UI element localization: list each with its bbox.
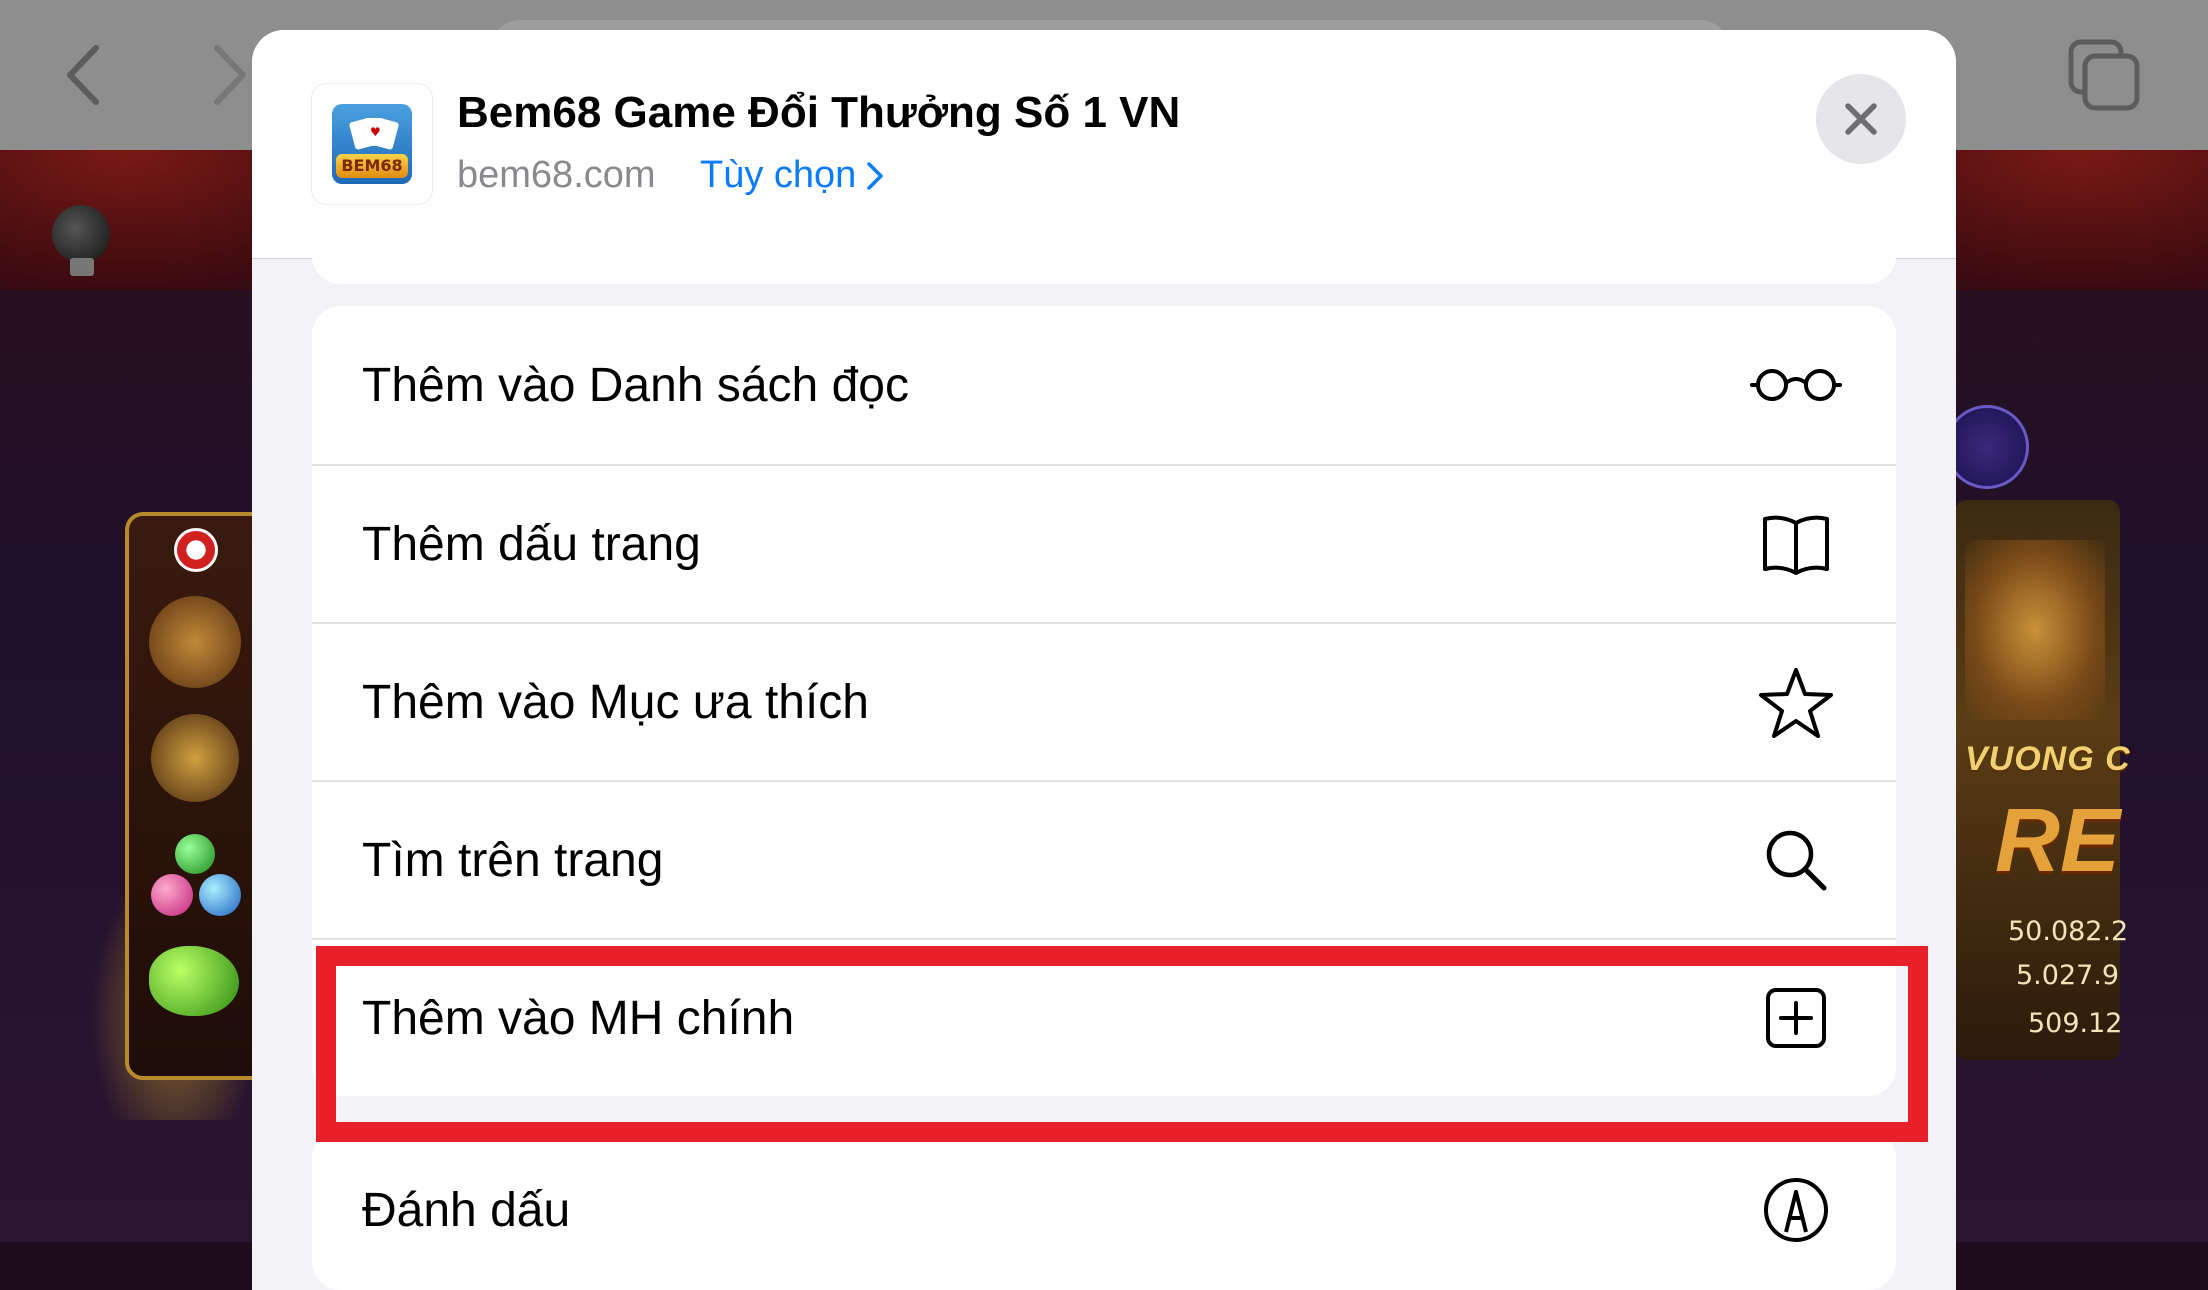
markup-icon bbox=[1748, 1162, 1844, 1258]
add-square-icon bbox=[1748, 970, 1844, 1066]
game-big-text: RE bbox=[1995, 791, 2121, 891]
markup-group: Đánh dấu bbox=[312, 1130, 1896, 1290]
blue-gem-icon bbox=[199, 874, 241, 916]
jelly-bean-icon bbox=[149, 946, 239, 1016]
dragon-coin-icon bbox=[149, 596, 241, 688]
add-bookmark-item[interactable]: Thêm dấu trang bbox=[312, 464, 1896, 622]
forward-arrow-icon[interactable] bbox=[205, 40, 255, 110]
treasure-chest-icon bbox=[1965, 540, 2105, 720]
site-icon-label: BEM68 bbox=[336, 154, 408, 178]
menu-item-label: Thêm vào Danh sách đọc bbox=[362, 358, 909, 412]
share-sheet: ♥ BEM68 Bem68 Game Đổi Thưởng Số 1 VN be… bbox=[252, 30, 1956, 1290]
jackpot-value-1: 50.082.2 bbox=[2008, 916, 2129, 947]
add-to-favorites-item[interactable]: Thêm vào Mục ưa thích bbox=[312, 622, 1896, 780]
back-arrow-icon[interactable] bbox=[58, 40, 108, 110]
menu-item-label: Tìm trên trang bbox=[362, 833, 664, 887]
svg-text:♥: ♥ bbox=[370, 125, 381, 139]
lightbulb-base bbox=[70, 258, 94, 276]
share-sheet-header: ♥ BEM68 Bem68 Game Đổi Thưởng Số 1 VN be… bbox=[252, 30, 1956, 259]
star-icon bbox=[1748, 654, 1844, 750]
add-to-reading-list-item[interactable]: Thêm vào Danh sách đọc bbox=[312, 306, 1896, 464]
site-app-icon: ♥ BEM68 bbox=[332, 104, 412, 184]
menu-item-label: Thêm dấu trang bbox=[362, 517, 701, 571]
tabs-icon[interactable] bbox=[2065, 36, 2145, 116]
pink-gem-icon bbox=[151, 874, 193, 916]
close-button[interactable] bbox=[1816, 74, 1906, 164]
jackpot-value-2: 5.027.9 bbox=[2016, 960, 2120, 991]
lightbulb-icon bbox=[52, 205, 110, 263]
glasses-icon bbox=[1748, 337, 1844, 433]
actions-group: Thêm vào Danh sách đọc Thêm dấu trang Th… bbox=[312, 306, 1896, 1096]
green-gem-icon bbox=[175, 834, 215, 874]
options-link[interactable]: Tùy chọn bbox=[700, 154, 884, 197]
site-domain: bem68.com bbox=[457, 154, 656, 196]
markup-item[interactable]: Đánh dấu bbox=[312, 1130, 1896, 1290]
site-icon-frame: ♥ BEM68 bbox=[312, 84, 432, 204]
treasure-coin-icon bbox=[151, 714, 239, 802]
menu-item-label: Thêm vào MH chính bbox=[362, 991, 795, 1045]
menu-item-label: Đánh dấu bbox=[362, 1183, 571, 1237]
playing-cards-icon: ♥ bbox=[349, 118, 399, 150]
search-icon bbox=[1748, 812, 1844, 908]
find-on-page-item[interactable]: Tìm trên trang bbox=[312, 780, 1896, 938]
previous-section-card bbox=[312, 244, 1896, 284]
add-to-home-screen-item[interactable]: Thêm vào MH chính bbox=[312, 938, 1896, 1096]
left-game-panel bbox=[125, 512, 273, 1080]
game-banner-text: VUONG C bbox=[1965, 740, 2131, 778]
poker-chip-icon bbox=[174, 528, 218, 572]
book-icon bbox=[1748, 496, 1844, 592]
site-title: Bem68 Game Đổi Thưởng Số 1 VN bbox=[457, 88, 1181, 137]
options-label: Tùy chọn bbox=[700, 154, 857, 196]
chevron-right-icon bbox=[867, 161, 884, 190]
jackpot-value-3: 509.12 bbox=[2028, 1008, 2123, 1039]
menu-item-label: Thêm vào Mục ưa thích bbox=[362, 675, 869, 729]
minigame-badge-icon bbox=[1945, 405, 2029, 489]
close-icon bbox=[1845, 103, 1877, 135]
